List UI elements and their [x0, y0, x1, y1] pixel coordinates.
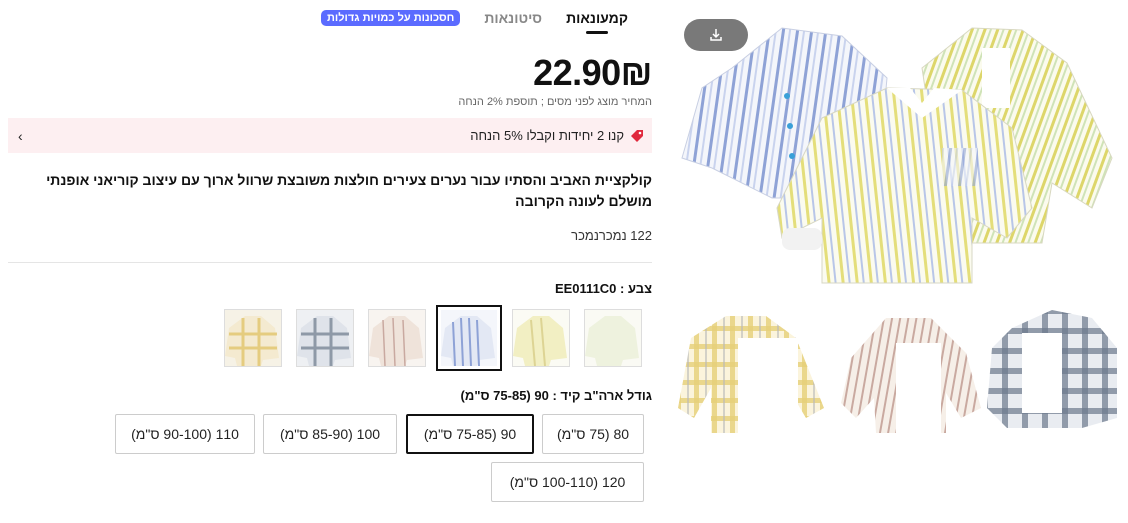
size-option-90[interactable]: 90 (75-85 ס"מ) [406, 414, 534, 454]
product-title: קולקציית האביב והסתיו עבור נערים צעירים … [46, 172, 652, 209]
price-note: המחיר מוצג לפני מסים ; תוספת 2% הנחה [458, 96, 652, 108]
download-button[interactable] [684, 19, 748, 51]
color-swatch-beige[interactable] [368, 309, 426, 367]
tab-retail[interactable]: קמעונאות [566, 10, 628, 34]
divider [8, 262, 652, 263]
tab-wholesale[interactable]: סיטונאות [484, 10, 542, 34]
gallery-thumb-yellow-plaid[interactable] [676, 308, 826, 438]
color-swatches [224, 305, 642, 371]
color-swatch-gray-plaid[interactable] [296, 309, 354, 367]
chevron-right-icon: › [18, 127, 23, 144]
download-icon [710, 29, 722, 41]
swatch-image [513, 310, 569, 366]
size-option-100[interactable]: 100 (85-90 ס"מ) [263, 414, 397, 454]
gallery-thumb-gray-plaid[interactable] [982, 308, 1128, 438]
gray-plaid-shirt-illustration [987, 310, 1117, 428]
color-swatch-blue-stripe[interactable] [436, 305, 502, 371]
swatch-image [585, 310, 641, 366]
tag-icon [631, 129, 643, 142]
main-shirts-illustration [681, 27, 1113, 284]
swatch-image [225, 310, 281, 366]
product-main-image[interactable] [672, 8, 1122, 300]
beige-shirt-illustration [841, 318, 981, 433]
color-swatch-cream[interactable] [584, 309, 642, 367]
color-swatch-yellow-plaid[interactable] [224, 309, 282, 367]
swatch-image [297, 310, 353, 366]
color-label: צבע : EE0111C0 [554, 281, 652, 296]
size-option-80[interactable]: 80 (75 ס"מ) [542, 414, 644, 454]
swatch-image [441, 310, 497, 366]
purchase-tabs: קמעונאות סיטונאות חסכונות על כמויות גדול… [321, 10, 628, 34]
product-price: 22.90₪ [533, 52, 652, 93]
product-info-panel: קמעונאות סיטונאות חסכונות על כמויות גדול… [8, 0, 652, 523]
swatch-image [369, 310, 425, 366]
promo-text: קנו 2 יחידות וקבלו 5% הנחה [470, 128, 624, 143]
plaid-shirt-illustration [678, 316, 824, 433]
color-swatch-yellow-check[interactable] [512, 309, 570, 367]
size-label: גודל ארה"ב קיד : 90 (75-85 ס"מ) [460, 388, 652, 403]
size-option-120[interactable]: 120 (100-110 ס"מ) [491, 462, 644, 502]
gallery-thumbnails [676, 308, 1128, 438]
promo-banner[interactable]: קנו 2 יחידות וקבלו 5% הנחה › [8, 118, 652, 153]
size-option-110[interactable]: 110 (90-100 ס"מ) [115, 414, 255, 454]
gallery-thumb-beige-stripe[interactable] [836, 308, 986, 438]
bulk-savings-badge: חסכונות על כמויות גדולות [321, 10, 461, 26]
sold-count: 122 נמכרנמכר [571, 228, 652, 243]
